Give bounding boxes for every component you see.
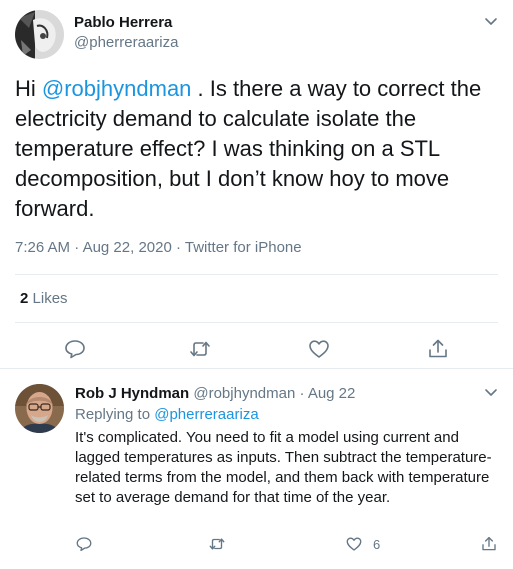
meta-separator: · [70, 239, 83, 256]
divider [15, 274, 498, 275]
replying-to: Replying to @pherreraariza [75, 406, 259, 423]
tweet-source[interactable]: Twitter for iPhone [185, 239, 302, 256]
like-icon[interactable] [345, 535, 363, 553]
retweet-icon[interactable] [188, 337, 212, 361]
reply-separator: · [295, 385, 308, 402]
share-icon[interactable] [426, 337, 450, 361]
divider [15, 322, 498, 323]
likes-count: 2 [20, 290, 29, 307]
replying-to-link[interactable]: @pherreraariza [154, 406, 258, 423]
author-handle[interactable]: @pherreraariza [74, 34, 178, 51]
author-name[interactable]: Pablo Herrera [74, 14, 172, 31]
chevron-down-icon[interactable] [482, 383, 500, 401]
reply-icon[interactable] [63, 337, 87, 361]
avatar[interactable] [15, 10, 64, 59]
reply-header: Rob J Hyndman @robjhyndman · Aug 22 [75, 385, 355, 402]
avatar[interactable] [15, 384, 64, 433]
reply-author-name[interactable]: Rob J Hyndman [75, 385, 189, 402]
tweet-meta: 7:26 AM · Aug 22, 2020 · Twitter for iPh… [15, 239, 302, 256]
tweet-text-prefix: Hi [15, 76, 42, 101]
reply-icon[interactable] [75, 535, 93, 553]
like-count: 6 [373, 537, 381, 552]
likes-label: Likes [32, 290, 68, 307]
reply-author-handle[interactable]: @robjhyndman [193, 385, 295, 402]
replying-to-label: Replying to [75, 406, 155, 423]
like-icon[interactable] [307, 337, 331, 361]
tweet-time[interactable]: 7:26 AM [15, 239, 70, 256]
likes-summary[interactable]: 2 Likes [20, 290, 68, 307]
meta-separator: · [171, 239, 185, 256]
mention-link[interactable]: @robjhyndman [42, 76, 192, 101]
reply-date[interactable]: Aug 22 [308, 385, 356, 402]
tweet-date[interactable]: Aug 22, 2020 [83, 239, 172, 256]
reply-text: It's complicated. You need to fit a mode… [75, 429, 492, 506]
chevron-down-icon[interactable] [482, 12, 500, 30]
tweet-text: Hi @robjhyndman . Is there a way to corr… [15, 74, 500, 224]
share-icon[interactable] [480, 535, 498, 553]
retweet-icon[interactable] [208, 535, 226, 553]
